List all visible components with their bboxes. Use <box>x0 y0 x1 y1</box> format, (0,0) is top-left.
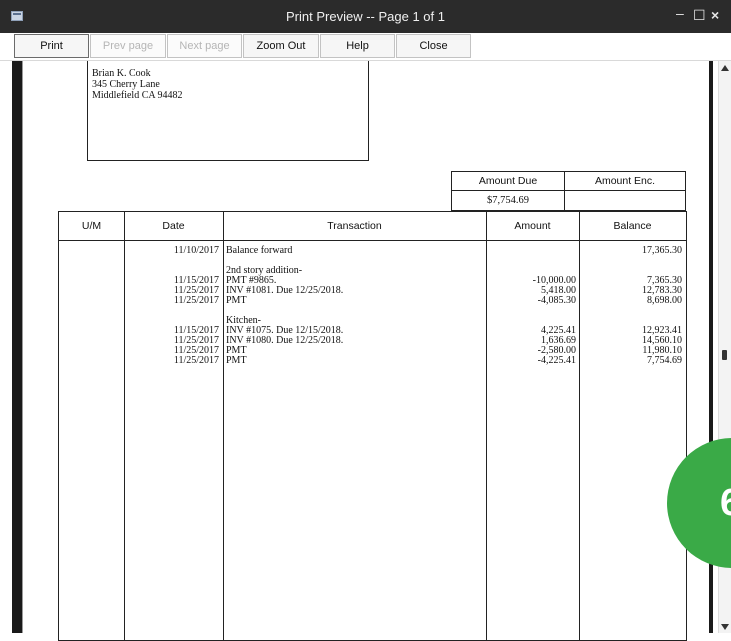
row-amount: -4,225.41 <box>537 355 576 366</box>
amount-due-value: $7,754.69 <box>452 191 565 210</box>
row-transaction: INV #1081. Due 12/25/2018. <box>226 285 344 296</box>
row-balance: 7,754.69 <box>647 355 682 366</box>
column-header-um: U/M <box>81 220 102 232</box>
column-header-balance: Balance <box>613 220 652 232</box>
row-transaction: PMT <box>226 295 247 306</box>
row-transaction: INV #1080. Due 12/25/2018. <box>226 335 344 346</box>
statement-document: Brian K. Cook 345 Cherry Lane Middlefiel… <box>0 0 731 641</box>
row-transaction: PMT <box>226 355 247 366</box>
column-header-transaction: Transaction <box>327 220 382 232</box>
address-name: Brian K. Cook <box>92 68 151 79</box>
transaction-rows: 11/10/2017 Balance forward 17,365.30 2nd st… <box>59 246 688 366</box>
column-header-amount: Amount <box>514 220 551 232</box>
row-date: 11/25/2017 <box>173 355 219 366</box>
table-row: Kitchen- <box>59 316 688 326</box>
customer-address-box: Brian K. Cook 345 Cherry Lane Middlefiel… <box>87 61 369 161</box>
amount-enc-header: Amount Enc. <box>565 172 685 191</box>
address-city: Middlefield CA 94482 <box>92 90 183 101</box>
address-street: 345 Cherry Lane <box>92 79 160 90</box>
table-row: 2nd story addition- <box>59 266 688 276</box>
table-row: 11/15/2017 PMT #9865. -10,000.00 7,365.30 <box>59 276 688 286</box>
table-row: 11/25/2017 PMT -4,225.41 7,754.69 <box>59 356 688 366</box>
row-balance: 17,365.30 <box>642 245 682 256</box>
table-row: 11/25/2017 INV #1080. Due 12/25/2018. 1,63… <box>59 336 688 346</box>
table-row: 11/25/2017 PMT -4,085.30 8,698.00 <box>59 296 688 306</box>
column-header-date: Date <box>162 220 185 232</box>
table-row: 11/25/2017 INV #1081. Due 12/25/2018. 5,41… <box>59 286 688 296</box>
row-transaction: PMT <box>226 345 247 356</box>
row-balance: 8,698.00 <box>647 295 682 306</box>
row-date: 11/25/2017 <box>173 295 219 306</box>
table-row: 11/15/2017 INV #1075. Due 12/15/2018. 4,22… <box>59 326 688 336</box>
amount-enc-value <box>565 191 685 210</box>
table-row: 11/10/2017 Balance forward 17,365.30 <box>59 246 688 256</box>
row-amount: -4,085.30 <box>537 295 576 306</box>
table-row <box>59 256 688 266</box>
amount-due-header: Amount Due <box>452 172 565 191</box>
table-row <box>59 306 688 316</box>
header-divider <box>59 240 686 241</box>
amount-due-box: Amount Due Amount Enc. $7,754.69 <box>451 171 686 211</box>
row-date: 11/10/2017 <box>173 245 219 256</box>
table-row: 11/25/2017 PMT -2,580.00 11,980.10 <box>59 346 688 356</box>
row-transaction: Balance forward <box>226 245 293 256</box>
transaction-table: U/M Date Transaction Amount Balance 11/1… <box>58 211 687 641</box>
